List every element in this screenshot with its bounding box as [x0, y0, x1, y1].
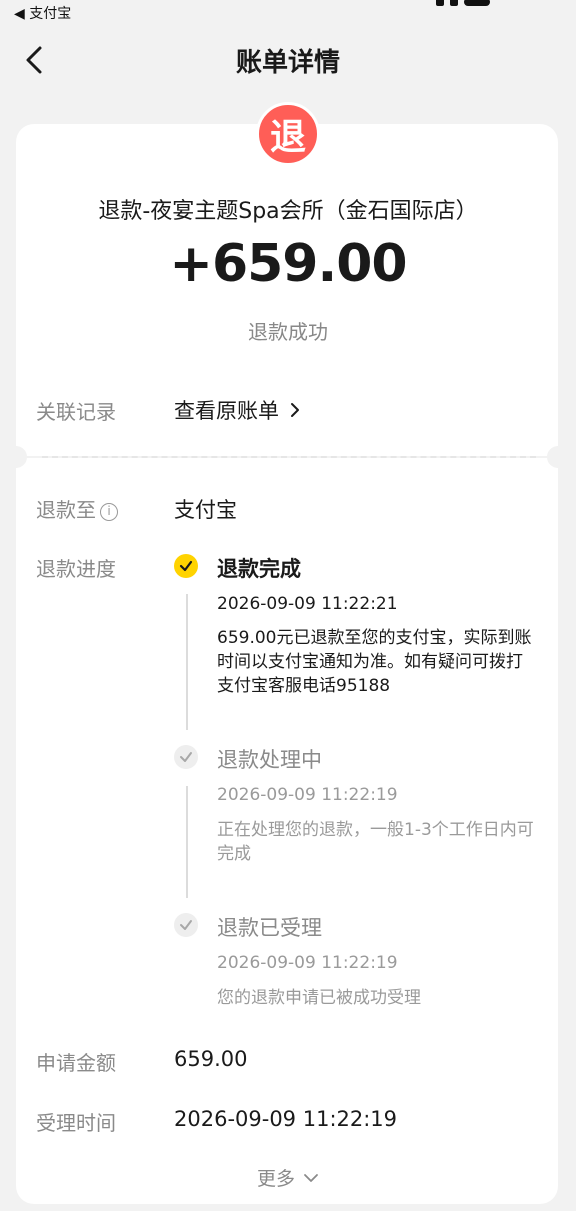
step-time: 2026-09-09 11:22:19: [217, 785, 398, 805]
apply-amount-label: 申请金额: [36, 1051, 116, 1075]
view-original-bill-link[interactable]: 查看原账单: [174, 395, 302, 425]
step-description: 您的退款申请已被成功受理: [217, 988, 421, 1008]
ticket-divider: [42, 456, 536, 458]
more-button[interactable]: 更多: [0, 1164, 576, 1191]
accept-time-value: 2026-09-09 11:22:19: [174, 1107, 398, 1131]
status-bar: ◀ 支付宝: [0, 0, 576, 24]
page-title: 账单详情: [235, 48, 340, 78]
step-complete-dot: [174, 554, 198, 578]
timeline-connector: [186, 594, 188, 730]
refund-status: 退款成功: [248, 320, 328, 344]
refund-to-label: 退款至: [36, 498, 96, 522]
step-title: 退款处理中: [217, 748, 322, 772]
step-title: 退款完成: [217, 557, 301, 581]
status-icons: [436, 0, 536, 6]
check-icon: [180, 752, 192, 762]
timeline-connector: [186, 786, 188, 898]
check-icon: [179, 560, 193, 572]
apply-amount-value: 659.00: [174, 1047, 248, 1071]
refund-to-row-label: 退款至 i: [36, 494, 118, 523]
back-to-app-link[interactable]: ◀ 支付宝: [14, 3, 71, 23]
info-icon[interactable]: i: [100, 502, 118, 521]
ticket-notch-left: [5, 446, 27, 468]
nav-bar: 账单详情: [0, 34, 576, 88]
more-label: 更多: [256, 1168, 295, 1190]
step-description: 正在处理您的退款，一般1-3个工作日内可完成: [217, 820, 534, 864]
step-time: 2026-09-09 11:22:19: [217, 953, 398, 973]
merchant-name: 退款-夜宴主题Spa会所（金石国际店）: [98, 199, 478, 224]
step-description: 659.00元已退款至您的支付宝，实际到账时间以支付宝通知为准。如有疑问可拨打支…: [217, 628, 532, 696]
step-done-dot: [174, 745, 198, 769]
ticket-notch-right: [547, 446, 569, 468]
related-label: 关联记录: [36, 400, 116, 424]
step-time: 2026-09-09 11:22:21: [217, 594, 398, 614]
step-done-dot: [174, 913, 198, 937]
step-title: 退款已受理: [217, 916, 322, 940]
refund-amount: +659.00: [169, 234, 407, 294]
check-icon: [180, 920, 192, 930]
refund-to-value: 支付宝: [174, 498, 237, 522]
chevron-down-icon: [304, 1174, 318, 1182]
chevron-right-icon: [290, 403, 299, 417]
view-original-bill-text: 查看原账单: [174, 399, 279, 423]
accept-time-label: 受理时间: [36, 1111, 116, 1135]
refund-badge: 退: [256, 102, 320, 166]
progress-label: 退款进度: [36, 557, 116, 581]
